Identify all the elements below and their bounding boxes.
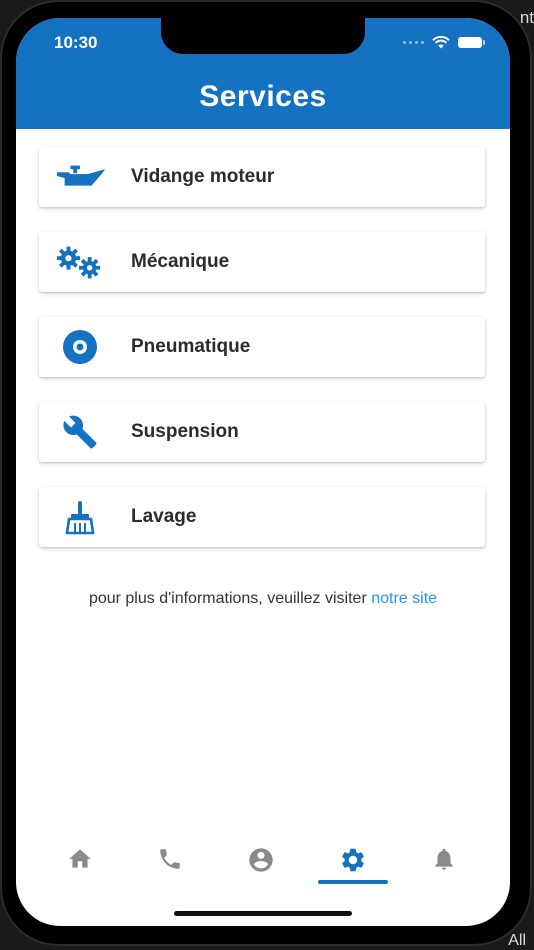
service-label: Vidange moteur bbox=[131, 166, 275, 187]
user-icon bbox=[249, 848, 273, 872]
service-label: Suspension bbox=[131, 421, 239, 442]
page-title: Services bbox=[199, 80, 327, 113]
device-notch bbox=[161, 18, 365, 54]
home-icon bbox=[69, 849, 91, 868]
phone-icon bbox=[160, 849, 180, 869]
website-link[interactable]: notre site bbox=[371, 590, 437, 607]
info-text: pour plus d'informations, veuillez visit… bbox=[16, 590, 510, 608]
tire-icon bbox=[55, 329, 105, 365]
service-label: Pneumatique bbox=[131, 336, 251, 357]
service-label: Lavage bbox=[131, 506, 197, 527]
nav-phone[interactable] bbox=[130, 836, 210, 886]
signal-icon bbox=[403, 41, 424, 44]
app-bar: 10:30 Services bbox=[16, 18, 510, 129]
nav-home[interactable] bbox=[40, 836, 120, 886]
battery-icon bbox=[458, 37, 485, 48]
broom-icon bbox=[55, 499, 105, 535]
active-tab-indicator bbox=[318, 880, 388, 884]
wrench-icon bbox=[55, 414, 105, 450]
services-list: Vidange moteur Mécanique Pneumatique Sus… bbox=[39, 147, 485, 572]
service-label: Mécanique bbox=[131, 251, 230, 272]
service-card-lavage[interactable]: Lavage bbox=[39, 487, 485, 547]
nav-account[interactable] bbox=[221, 836, 301, 886]
gears-icon bbox=[55, 244, 105, 280]
status-icons bbox=[403, 36, 485, 49]
app-screen: 10:30 Services Vidange moteur Mécanique … bbox=[16, 18, 510, 926]
service-card-suspension[interactable]: Suspension bbox=[39, 402, 485, 462]
bottom-navigation bbox=[16, 836, 510, 886]
service-card-mecanique[interactable]: Mécanique bbox=[39, 232, 485, 292]
info-message: pour plus d'informations, veuillez visit… bbox=[88, 590, 367, 607]
service-card-pneumatique[interactable]: Pneumatique bbox=[39, 317, 485, 377]
status-time: 10:30 bbox=[54, 33, 98, 52]
nav-notifications[interactable] bbox=[404, 836, 484, 886]
oil-can-icon bbox=[55, 159, 105, 195]
wifi-icon bbox=[432, 36, 450, 49]
bell-icon bbox=[435, 848, 453, 870]
service-card-vidange-moteur[interactable]: Vidange moteur bbox=[39, 147, 485, 207]
gear-icon bbox=[342, 848, 364, 872]
background-text-fragment: All bbox=[508, 932, 526, 949]
home-indicator bbox=[174, 911, 352, 916]
nav-services[interactable] bbox=[313, 836, 393, 886]
phone-frame: 10:30 Services Vidange moteur Mécanique … bbox=[0, 0, 532, 946]
